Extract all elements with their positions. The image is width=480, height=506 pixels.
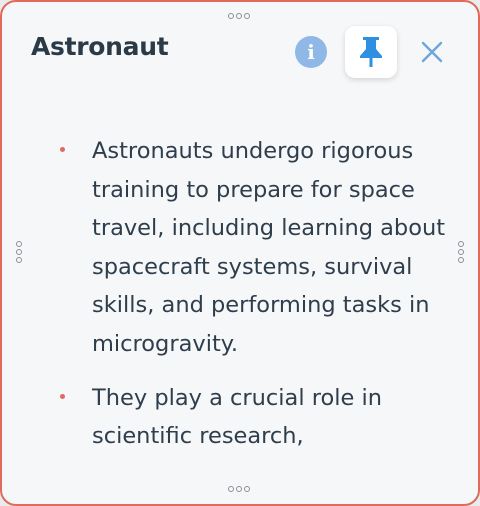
info-icon: i [307, 40, 315, 64]
astronaut-card: Astronaut i Astronauts undergo rigorous … [0, 0, 480, 506]
card-content: Astronauts undergo rigorous training to … [56, 132, 466, 471]
bottom-resize-handle[interactable] [228, 486, 250, 492]
info-button[interactable]: i [295, 36, 327, 68]
close-button[interactable] [416, 36, 448, 68]
close-icon [421, 41, 443, 63]
bullet-dot-icon [60, 147, 65, 152]
fact-list: Astronauts undergo rigorous training to … [56, 132, 466, 456]
top-resize-handle[interactable] [228, 13, 250, 19]
list-item-text: Astronauts undergo rigorous training to … [92, 138, 446, 357]
bullet-dot-icon [60, 393, 65, 399]
pin-button[interactable] [345, 26, 397, 78]
list-item: They play a crucial role in scientific r… [56, 379, 466, 456]
card-title: Astronaut [31, 32, 169, 61]
pin-icon [360, 37, 382, 67]
list-item-text: They play a crucial role in scientific r… [92, 384, 383, 450]
list-item: Astronauts undergo rigorous training to … [56, 132, 466, 364]
left-resize-handle[interactable] [16, 241, 22, 263]
